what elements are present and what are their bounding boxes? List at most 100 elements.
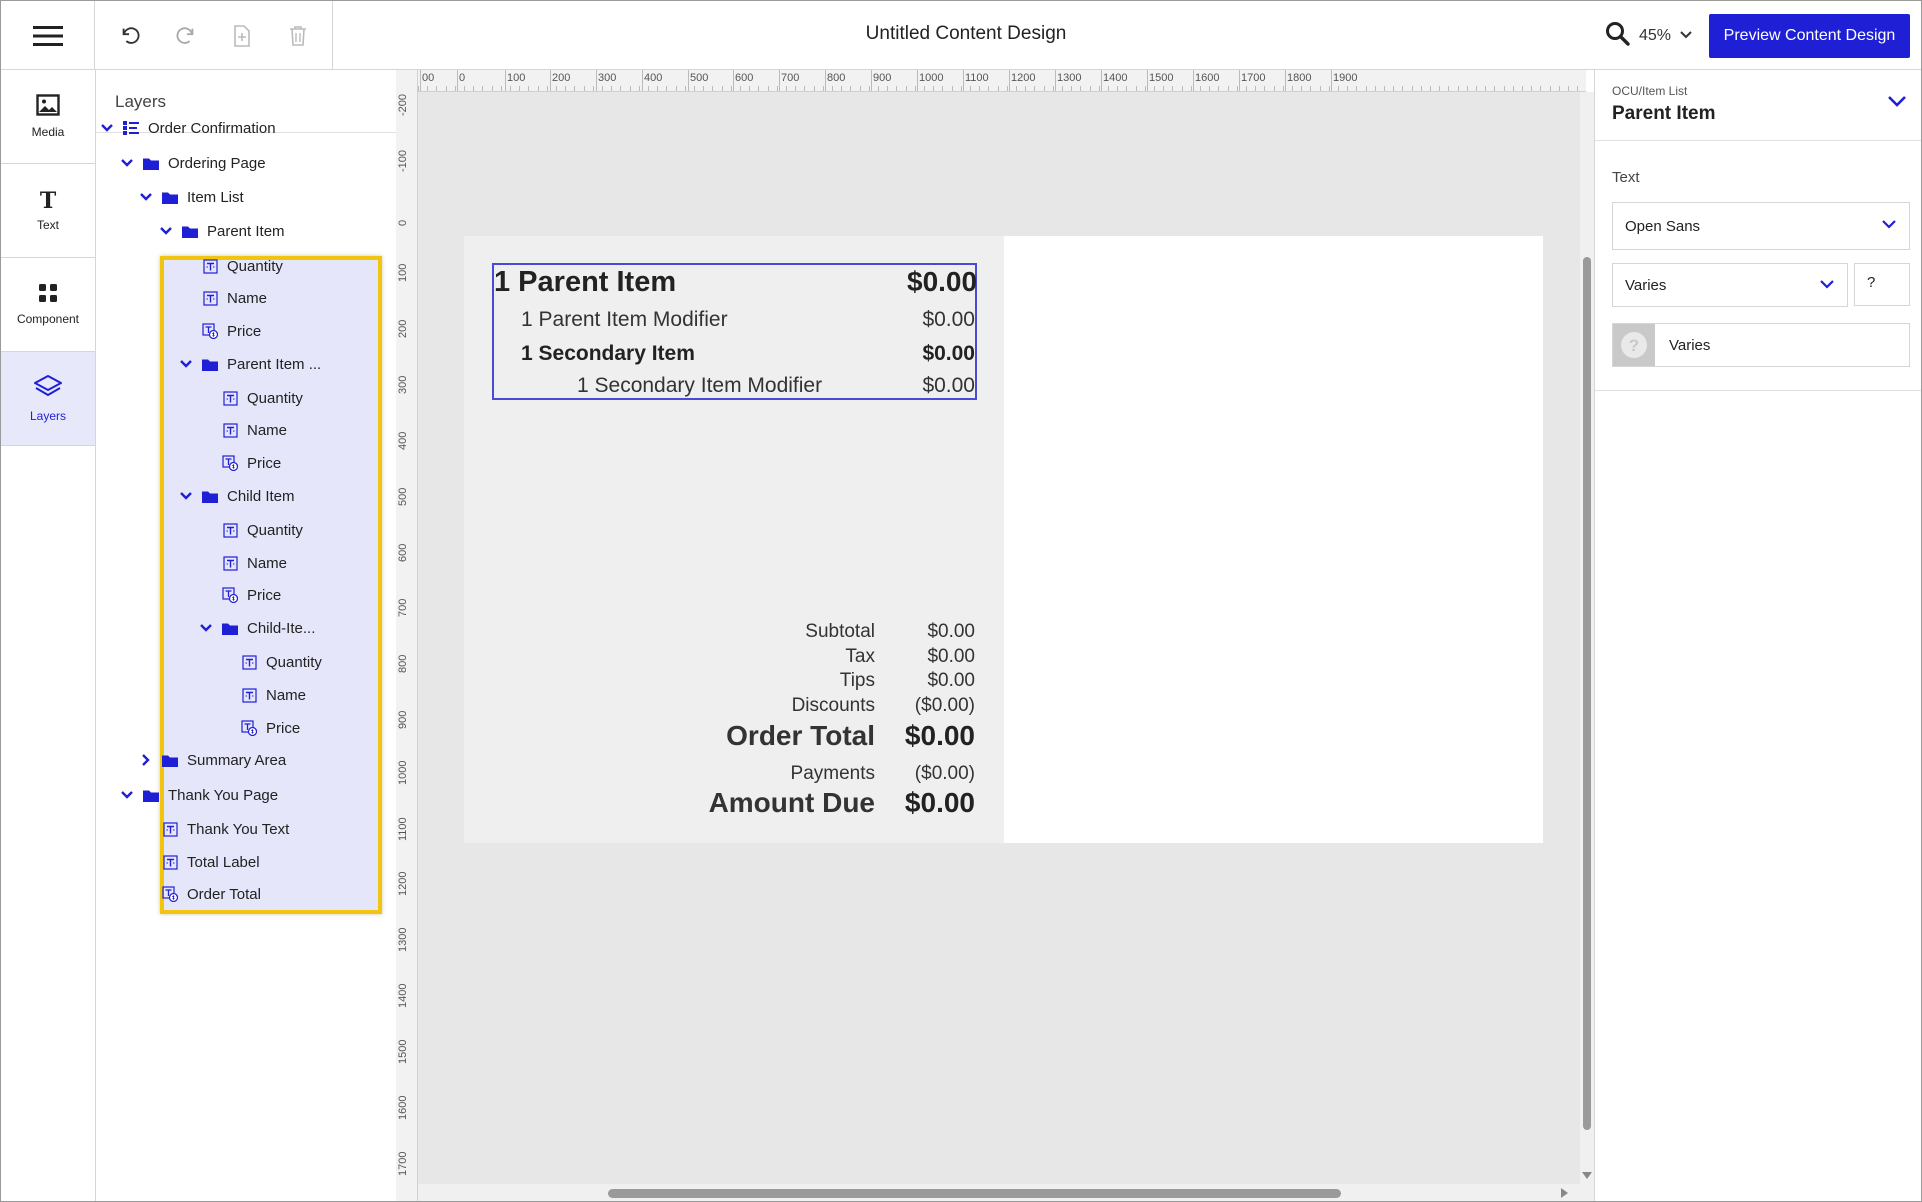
font-family-value: Open Sans <box>1625 217 1701 235</box>
hamburger-menu-icon[interactable] <box>1 1 95 70</box>
font-family-select[interactable]: Open Sans <box>1612 202 1910 250</box>
discounts-label: Discounts <box>791 695 875 716</box>
ruler-tick <box>1282 86 1284 91</box>
ruler-label: 100 <box>507 72 526 84</box>
layer-row[interactable]: Name <box>197 546 287 580</box>
ruler-tick <box>1098 86 1100 91</box>
canvas-horizontal-scrollbar[interactable] <box>418 1184 1594 1201</box>
layer-label: Quantity <box>227 257 283 275</box>
text-field-icon <box>221 390 239 406</box>
layer-row[interactable]: Ordering Page <box>118 146 266 180</box>
layer-label: Order Confirmation <box>148 119 276 137</box>
font-weight-select[interactable]: Varies <box>1612 263 1848 307</box>
font-size-input[interactable]: ? <box>1854 263 1910 306</box>
rail-item-text[interactable]: T Text <box>1 164 95 258</box>
preview-content-design-button[interactable]: Preview Content Design <box>1709 14 1910 58</box>
image-icon <box>36 94 60 119</box>
discounts-value: ($0.00) <box>914 695 975 716</box>
ruler-tick <box>1163 86 1165 91</box>
layer-row[interactable]: Thank You Page <box>118 778 278 812</box>
ruler-tick <box>1227 86 1229 91</box>
undo-icon[interactable] <box>113 19 147 53</box>
chevron-down-icon[interactable] <box>118 158 136 168</box>
ruler-tick <box>1531 86 1533 91</box>
layer-row[interactable]: Quantity <box>216 645 322 679</box>
scroll-down-arrow-icon[interactable] <box>1582 1172 1592 1180</box>
layer-row[interactable]: Parent Item <box>157 214 285 248</box>
layer-row[interactable]: Name <box>197 413 287 447</box>
redo-icon[interactable] <box>169 19 203 53</box>
ruler-tick <box>1190 86 1192 91</box>
layer-row[interactable]: Order Confirmation <box>98 111 276 145</box>
color-swatch[interactable]: ? <box>1613 324 1655 366</box>
rail-item-media[interactable]: Media <box>1 70 95 164</box>
vertical-ruler: -200 -100 0 100 200 300 400 500 600 700 800 900 1000… <box>396 70 418 1201</box>
chevron-down-icon[interactable] <box>177 491 195 501</box>
layer-row[interactable]: Parent Item ... <box>177 347 321 381</box>
layer-row[interactable]: Quantity <box>177 249 283 283</box>
chevron-down-icon <box>1819 277 1835 294</box>
text-field-icon <box>201 258 219 274</box>
ruler-tick <box>1485 86 1487 91</box>
chevron-down-icon <box>1679 27 1693 45</box>
chevron-down-icon[interactable] <box>1887 94 1907 113</box>
layer-row[interactable]: Child Item <box>177 479 295 513</box>
ruler-tick <box>1209 86 1211 91</box>
canvas-vertical-scrollbar[interactable] <box>1580 92 1594 1184</box>
rail-item-label: Component <box>16 312 80 326</box>
text-icon: T <box>39 187 57 214</box>
rail-item-label: Media <box>31 125 65 139</box>
ruler-label: 1600 <box>1195 72 1220 84</box>
layer-row[interactable]: Price <box>197 446 281 480</box>
layer-label: Total Label <box>187 853 260 871</box>
horizontal-scroll-thumb[interactable] <box>608 1189 1341 1198</box>
layer-row[interactable]: Item List <box>137 180 244 214</box>
ruler-label: 0 <box>459 72 466 84</box>
ruler-major-tick <box>1055 70 1056 91</box>
ruler-tick <box>1439 86 1441 91</box>
layer-row[interactable]: Quantity <box>197 513 303 547</box>
text-color-picker[interactable]: ? Varies <box>1612 323 1910 367</box>
chevron-down-icon[interactable] <box>137 192 155 202</box>
layer-row[interactable]: Price <box>216 711 300 745</box>
ruler-label: 200 <box>552 72 571 84</box>
layer-row[interactable]: Summary Area <box>137 743 286 777</box>
rail-item-component[interactable]: Component <box>1 258 95 352</box>
layer-row[interactable]: Price <box>177 314 261 348</box>
ruler-tick <box>519 86 521 91</box>
document-title[interactable]: Untitled Content Design <box>761 23 1171 45</box>
rail-item-layers[interactable]: Layers <box>1 352 95 446</box>
ruler-label: 900 <box>873 72 892 84</box>
ruler-label: 00 <box>422 72 435 84</box>
layer-label: Item List <box>187 188 244 206</box>
zoom-control[interactable]: 45% <box>1605 19 1693 53</box>
ruler-tick <box>1117 86 1119 91</box>
add-page-icon[interactable] <box>225 19 259 53</box>
chevron-down-icon[interactable] <box>177 359 195 369</box>
layer-row[interactable]: Total Label <box>137 845 260 879</box>
chevron-down-icon[interactable] <box>98 123 116 133</box>
chevron-down-icon[interactable] <box>118 790 136 800</box>
trash-icon[interactable] <box>281 19 315 53</box>
scroll-right-arrow-icon[interactable] <box>1561 1188 1569 1198</box>
layer-row[interactable]: Thank You Text <box>137 812 289 846</box>
vertical-scroll-thumb[interactable] <box>1583 257 1591 1130</box>
layer-row[interactable]: Child-Ite... <box>197 611 315 645</box>
layer-label: Thank You Page <box>168 786 279 804</box>
layer-row[interactable]: Name <box>216 678 306 712</box>
list-icon <box>122 121 140 135</box>
chevron-down-icon[interactable] <box>197 623 215 633</box>
secondary-modifier-price: $0.00 <box>922 374 975 397</box>
ruler-label: 300 <box>397 375 409 394</box>
ruler-major-tick <box>1285 70 1286 91</box>
layer-row[interactable]: Quantity <box>197 381 303 415</box>
layer-row[interactable]: Price <box>197 578 281 612</box>
ruler-tick <box>1108 86 1109 91</box>
ruler-tick <box>933 86 935 91</box>
layer-row[interactable]: Name <box>177 281 267 315</box>
ruler-tick <box>1273 86 1275 91</box>
chevron-down-icon[interactable] <box>157 226 175 236</box>
ruler-tick <box>905 86 907 91</box>
layer-row[interactable]: Order Total <box>137 877 261 911</box>
chevron-right-icon[interactable] <box>137 753 155 767</box>
